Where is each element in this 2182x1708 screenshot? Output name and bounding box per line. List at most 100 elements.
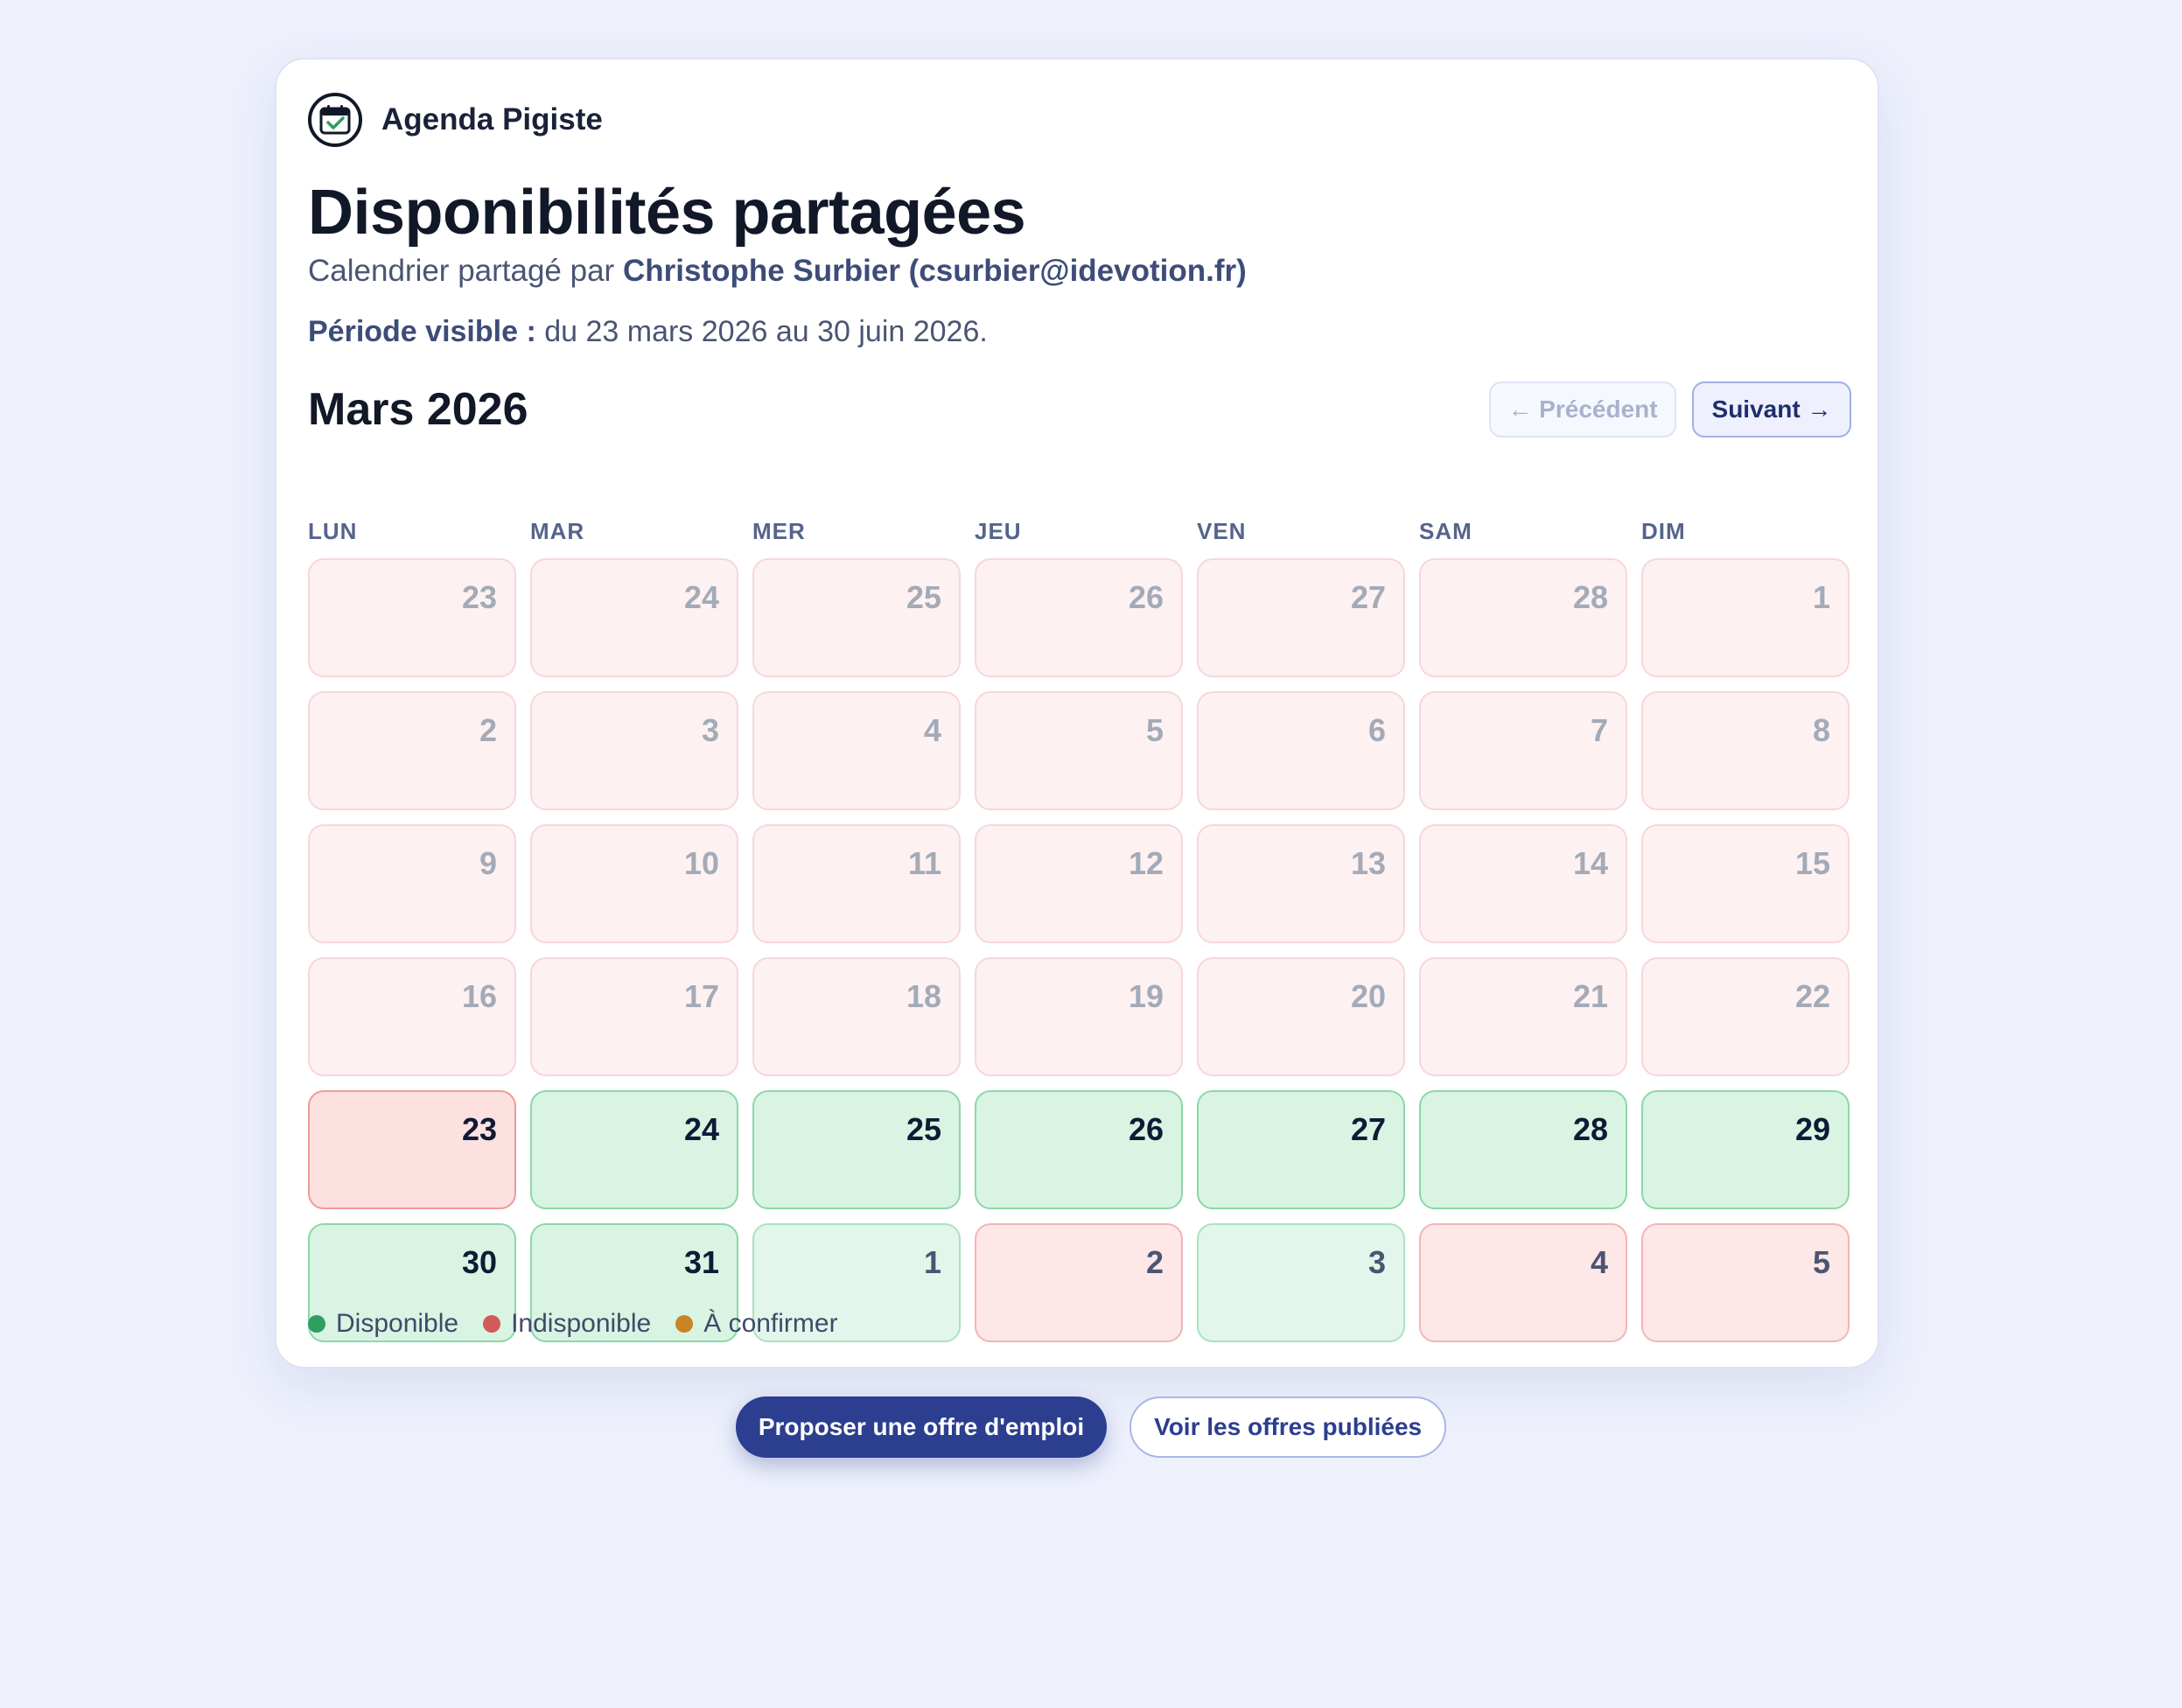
day-cell: 24	[530, 558, 738, 677]
day-number: 25	[906, 579, 941, 615]
day-cell: 20	[1197, 957, 1405, 1076]
legend-label: À confirmer	[703, 1309, 838, 1338]
day-number: 28	[1572, 579, 1608, 615]
day-number: 16	[461, 978, 497, 1014]
day-number: 30	[461, 1244, 497, 1280]
actions: Proposer une offre d'emploi Voir les off…	[0, 1396, 2182, 1458]
day-cell: 12	[975, 824, 1183, 943]
day-number: 10	[683, 845, 719, 881]
day-number: 17	[683, 978, 719, 1014]
day-cell[interactable]: 5	[1641, 1223, 1850, 1342]
legend-item: Disponible	[308, 1309, 458, 1339]
weekday-label: SAM	[1419, 518, 1472, 544]
day-cell[interactable]: 28	[1419, 1090, 1627, 1209]
brand-name: Agenda Pigiste	[381, 102, 603, 136]
day-number: 31	[683, 1244, 719, 1280]
weekday-label: LUN	[308, 518, 358, 544]
legend-item: À confirmer	[675, 1309, 838, 1339]
day-cell: 5	[975, 691, 1183, 810]
day-number: 1	[1812, 579, 1830, 615]
day-cell: 4	[752, 691, 961, 810]
day-number: 9	[479, 845, 497, 881]
day-cell: 3	[530, 691, 738, 810]
day-cell[interactable]: 2	[975, 1223, 1183, 1342]
day-number: 18	[906, 978, 941, 1014]
propose-job-offer-button[interactable]: Proposer une offre d'emploi	[735, 1396, 1108, 1458]
day-number: 8	[1812, 712, 1830, 748]
day-cell: 22	[1641, 957, 1850, 1076]
day-cell[interactable]: 3	[1197, 1223, 1405, 1342]
day-cell[interactable]: 23	[308, 1090, 516, 1209]
day-number: 4	[1590, 1244, 1608, 1280]
visible-period: Période visible : du 23 mars 2026 au 30 …	[308, 315, 988, 349]
day-cell[interactable]: 27	[1197, 1090, 1405, 1209]
weekday-label: MAR	[530, 518, 585, 544]
shared-by-text: Calendrier partagé par Christophe Surbie…	[308, 254, 1247, 289]
legend-item: Indisponible	[483, 1309, 651, 1339]
day-cell: 13	[1197, 824, 1405, 943]
day-number: 3	[701, 712, 719, 748]
day-number: 23	[461, 579, 497, 615]
next-month-button[interactable]: Suivant →	[1692, 382, 1851, 438]
day-number: 26	[1128, 1111, 1164, 1147]
page-title: Disponibilités partagées	[308, 178, 1026, 248]
previous-month-button[interactable]: ← Précédent	[1489, 382, 1676, 438]
day-cell[interactable]: 4	[1419, 1223, 1627, 1342]
weekday-label: VEN	[1197, 518, 1247, 544]
legend-dot-icon	[308, 1315, 325, 1333]
day-number: 27	[1350, 1111, 1386, 1147]
day-cell: 10	[530, 824, 738, 943]
day-number: 19	[1128, 978, 1164, 1014]
day-cell[interactable]: 25	[752, 1090, 961, 1209]
day-number: 25	[906, 1111, 941, 1147]
day-number: 28	[1572, 1111, 1608, 1147]
legend-dot-icon	[675, 1315, 694, 1333]
day-number: 1	[923, 1244, 941, 1280]
day-number: 26	[1128, 579, 1164, 615]
day-number: 7	[1590, 712, 1608, 748]
legend-label: Disponible	[336, 1309, 459, 1338]
day-number: 4	[923, 712, 941, 748]
shared-by-prefix: Calendrier partagé par	[308, 254, 615, 288]
calendar-check-icon	[308, 93, 362, 147]
day-cell: 6	[1197, 691, 1405, 810]
day-cell: 16	[308, 957, 516, 1076]
day-cell[interactable]: 24	[530, 1090, 738, 1209]
day-cell: 19	[975, 957, 1183, 1076]
day-cell: 17	[530, 957, 738, 1076]
view-published-offers-button[interactable]: Voir les offres publiées	[1129, 1396, 1447, 1458]
day-cell: 18	[752, 957, 961, 1076]
day-number: 24	[683, 579, 719, 615]
legend: Disponible Indisponible À confirmer	[308, 1309, 863, 1339]
day-number: 23	[461, 1111, 497, 1147]
weekday-label: JEU	[975, 518, 1022, 544]
day-cell: 9	[308, 824, 516, 943]
day-cell[interactable]: 26	[975, 1090, 1183, 1209]
weekday-label: MER	[752, 518, 806, 544]
brand: Agenda Pigiste	[308, 93, 603, 147]
period-value: du 23 mars 2026 au 30 juin 2026.	[544, 315, 988, 348]
day-cell[interactable]: 29	[1641, 1090, 1850, 1209]
day-number: 3	[1367, 1244, 1386, 1280]
day-cell: 1	[1641, 558, 1850, 677]
day-number: 6	[1367, 712, 1386, 748]
day-number: 20	[1350, 978, 1386, 1014]
day-cell: 28	[1419, 558, 1627, 677]
weekday-header: LUN MAR MER JEU VEN SAM DIM	[308, 518, 1851, 548]
calendar-grid: 23 24 25 26 27 28 1 2 3 4 5 6 7 8 9 10 11 12 13 14 15 16 17 18 1…	[308, 558, 1851, 1344]
day-number: 11	[907, 845, 941, 881]
day-cell: 7	[1419, 691, 1627, 810]
day-number: 5	[1145, 712, 1164, 748]
month-label: Mars 2026	[308, 384, 528, 435]
day-number: 2	[479, 712, 497, 748]
day-number: 14	[1572, 845, 1608, 881]
day-number: 15	[1794, 845, 1830, 881]
day-number: 21	[1572, 978, 1608, 1014]
day-number: 27	[1350, 579, 1386, 615]
calendar-card: Agenda Pigiste Disponibilités partagées …	[275, 58, 1879, 1368]
day-number: 12	[1128, 845, 1164, 881]
day-cell: 23	[308, 558, 516, 677]
day-number: 29	[1794, 1111, 1830, 1147]
period-label: Période visible :	[308, 315, 536, 348]
day-cell: 27	[1197, 558, 1405, 677]
